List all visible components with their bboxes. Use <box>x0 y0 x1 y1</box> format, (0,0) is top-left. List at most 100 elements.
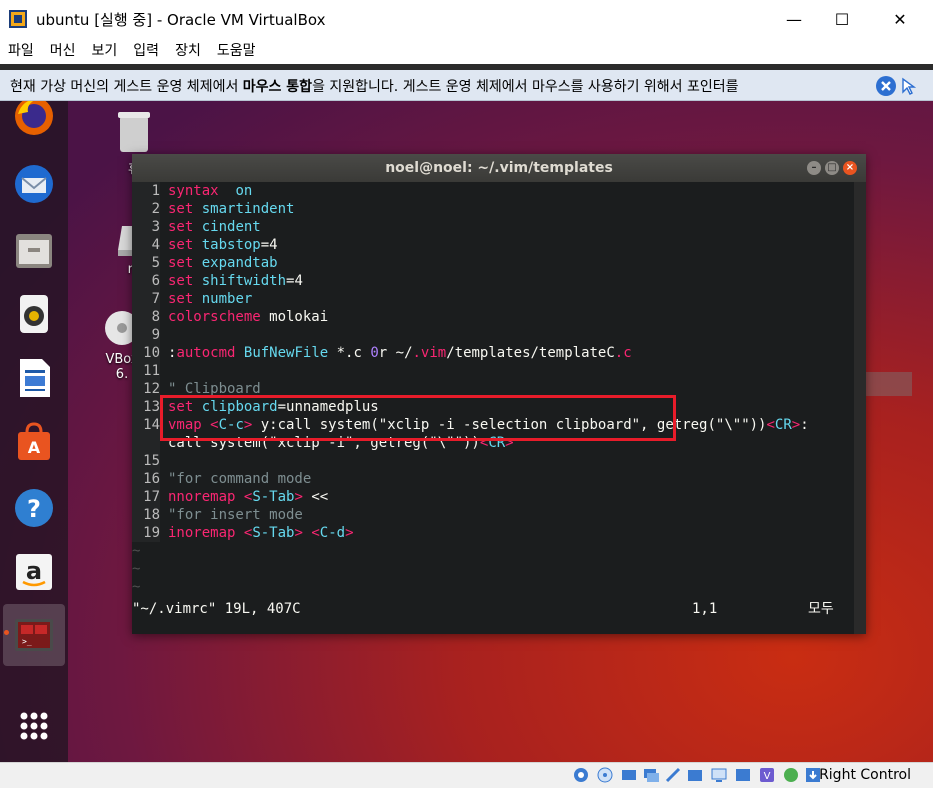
line-code: "for command mode <box>168 471 312 487</box>
vim-empty-line: ~ <box>132 543 141 559</box>
mouse-integration-icon <box>902 77 917 95</box>
menu-devices[interactable]: 장치 <box>167 38 209 64</box>
video-capture-icon[interactable] <box>734 766 752 784</box>
virtualbox-icon <box>9 10 27 28</box>
menu-input[interactable]: 입력 <box>125 38 167 64</box>
vim-line: 6 set shiftwidth=4 <box>132 272 854 290</box>
vim-line: 7 set number <box>132 290 854 308</box>
line-number: 7 <box>132 290 160 308</box>
vim-line: 10:autocmd BufNewFile *.c 0r ~/.vim/temp… <box>132 344 854 362</box>
vim-cursor-pos: 1,1 <box>692 601 718 617</box>
vim-line: 15 <box>132 452 854 470</box>
vim-line: 16 "for command mode <box>132 470 854 488</box>
line-code: colorscheme molokai <box>168 309 329 325</box>
vim-line: 3 set cindent <box>132 218 854 236</box>
software-icon[interactable]: A <box>10 418 58 466</box>
terminal-window[interactable]: noel@noel: ~/.vim/templates – □ × "~/.vi… <box>132 154 866 634</box>
line-number: 3 <box>132 218 160 236</box>
terminal-title-bar[interactable]: noel@noel: ~/.vim/templates <box>132 154 866 182</box>
vim-line: 1 syntax on <box>132 182 854 200</box>
vim-line: 4 set tabstop=4 <box>132 236 854 254</box>
line-code: set shiftwidth=4 <box>168 273 303 289</box>
line-number: 13 <box>132 398 160 416</box>
line-number: 16 <box>132 470 160 488</box>
line-code: set expandtab <box>168 255 278 271</box>
writer-icon[interactable] <box>10 354 58 402</box>
close-icon: ✕ <box>893 9 907 29</box>
line-code: set tabstop=4 <box>168 237 278 253</box>
line-number: 6 <box>132 272 160 290</box>
host-key-label: Right Control <box>819 767 911 783</box>
guest-display[interactable]: A ? a >_ 휴 m VBox 6. 강 갈작(V <box>0 64 933 762</box>
menu-help[interactable]: 도움말 <box>209 38 264 64</box>
line-number: 8 <box>132 308 160 326</box>
svg-text:A: A <box>28 438 41 457</box>
maximize-icon: ☐ <box>834 9 850 29</box>
svg-text:>_: >_ <box>22 637 32 646</box>
amazon-icon[interactable]: a <box>10 548 58 596</box>
maximize-icon: □ <box>827 162 837 173</box>
minimize-button[interactable]: — <box>771 0 817 38</box>
vim-line: 18 "for insert mode <box>132 506 854 524</box>
minimize-icon: – <box>811 162 817 173</box>
files-icon[interactable] <box>10 226 58 274</box>
vim-line: 11 <box>132 362 854 380</box>
terminal-close-button[interactable]: × <box>843 161 857 175</box>
help-icon[interactable]: ? <box>10 484 58 532</box>
menu-view[interactable]: 보기 <box>84 38 126 64</box>
minimize-icon: — <box>786 9 802 29</box>
hard-disk-icon[interactable] <box>572 766 590 784</box>
vim-empty-line: ~ <box>132 561 141 577</box>
line-number <box>132 434 160 452</box>
line-number: 19 <box>132 524 160 542</box>
line-code: syntax on <box>168 183 253 199</box>
vim-line: 2 set smartindent <box>132 200 854 218</box>
line-number: 18 <box>132 506 160 524</box>
line-number: 12 <box>132 380 160 398</box>
notification-mouse-button[interactable] <box>899 76 919 96</box>
svg-text:?: ? <box>27 495 41 523</box>
line-number: 4 <box>132 236 160 254</box>
vim-scroll-pos: 모두 <box>808 601 834 617</box>
rhythmbox-icon[interactable] <box>10 290 58 338</box>
line-number: 1 <box>132 182 160 200</box>
terminal-maximize-button[interactable]: □ <box>825 161 839 175</box>
highlight-box <box>160 395 676 441</box>
menu-bar: 파일 머신 보기 입력 장치 도움말 <box>0 38 933 64</box>
line-code: inoremap <S-Tab> <C-d> <box>168 525 354 541</box>
menu-machine[interactable]: 머신 <box>42 38 84 64</box>
vt-x-icon[interactable]: V <box>758 766 776 784</box>
apps-grid-icon[interactable] <box>10 702 58 750</box>
vim-line: 8 colorscheme molokai <box>132 308 854 326</box>
terminal-scrollbar[interactable] <box>854 182 866 634</box>
line-code: nnoremap <S-Tab> << <box>168 489 329 505</box>
close-button[interactable]: ✕ <box>877 0 923 38</box>
close-icon <box>881 81 891 91</box>
maximize-button[interactable]: ☐ <box>819 0 865 38</box>
line-number: 14 <box>132 416 160 434</box>
line-number: 9 <box>132 326 160 344</box>
optical-drive-icon[interactable] <box>596 766 614 784</box>
vim-line: 17 nnoremap <S-Tab> << <box>132 488 854 506</box>
vim-file-info: "~/.vimrc" 19L, 407C <box>132 601 301 617</box>
terminal-icon[interactable]: >_ <box>10 611 58 659</box>
terminal-minimize-button[interactable]: – <box>807 161 821 175</box>
shared-folders-icon[interactable] <box>686 766 704 784</box>
window-title: ubuntu [실행 중] - Oracle VM VirtualBox <box>36 11 326 29</box>
display-icon[interactable] <box>710 766 728 784</box>
audio-icon[interactable] <box>620 766 638 784</box>
line-number: 15 <box>132 452 160 470</box>
svg-text:V: V <box>764 771 771 782</box>
vbox-status-bar: V Right Control <box>0 762 933 788</box>
mouse-integration-status-icon[interactable] <box>782 766 800 784</box>
usb-icon[interactable] <box>664 766 682 784</box>
line-code: set smartindent <box>168 201 295 217</box>
line-code: "for insert mode <box>168 507 303 523</box>
notification-close-button[interactable] <box>876 76 896 96</box>
line-code: set number <box>168 291 253 307</box>
running-indicator <box>4 630 9 635</box>
line-code: :autocmd BufNewFile *.c 0r ~/.vim/templa… <box>168 345 632 361</box>
menu-file[interactable]: 파일 <box>0 38 42 64</box>
network-icon[interactable] <box>642 766 660 784</box>
thunderbird-icon[interactable] <box>10 160 58 208</box>
